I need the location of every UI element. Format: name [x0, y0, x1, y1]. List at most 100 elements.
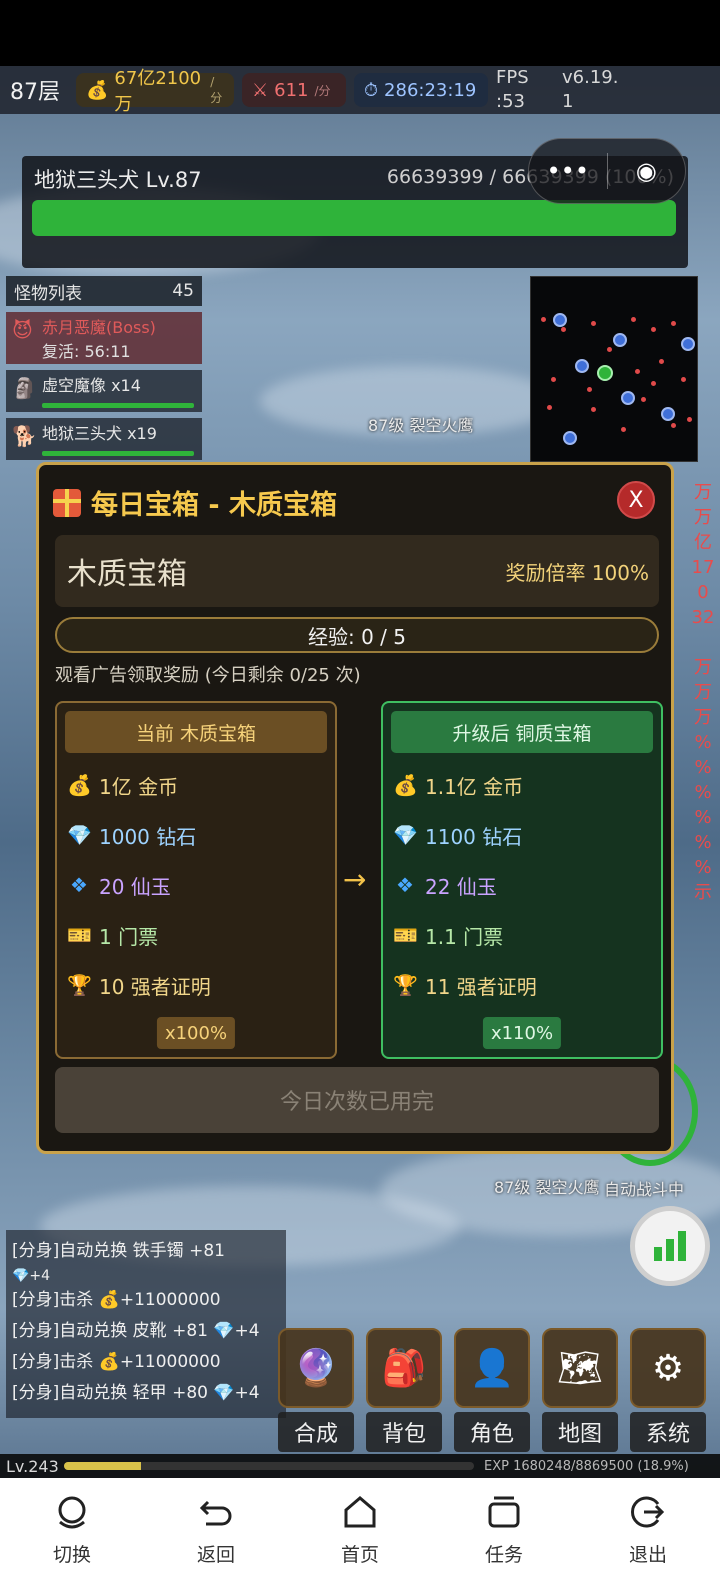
attack-rate: 611: [274, 79, 309, 101]
ad-note: 观看广告领取奖励 (今日剩余 0/25 次): [55, 665, 361, 686]
reward-jade: ❖ 20 仙玉: [67, 869, 171, 901]
reward-gold: 💰 1.1亿 金币: [393, 769, 523, 801]
minimap-enemy-dot: [671, 321, 676, 326]
minimap-enemy-dot: [687, 417, 692, 422]
minimap-enemy-dot: [631, 317, 636, 322]
monster-list-title: 怪物列表: [14, 283, 82, 304]
monster-list-item[interactable]: 😈 赤月恶魔(Boss) 复活: 56:11: [6, 312, 202, 364]
menu-character-button[interactable]: 👤 角色: [454, 1328, 530, 1458]
minimap-enemy-dot: [551, 377, 556, 382]
menu-synthesize-button[interactable]: 🔮 合成: [278, 1328, 354, 1458]
nav-switch-button[interactable]: 切换: [22, 1478, 122, 1592]
swords-icon: ⚔: [252, 79, 269, 101]
edge-value: 示: [694, 882, 712, 903]
claim-button[interactable]: 今日次数已用完: [55, 1067, 659, 1133]
jade-icon: ❖: [396, 873, 414, 897]
reward-diamond: 💎 1100 钻石: [393, 819, 522, 851]
reward-text: 20 仙玉: [99, 874, 171, 899]
status-bar: [0, 0, 720, 66]
reward-text: 1.1亿 金币: [425, 774, 524, 799]
reward-trophy: 🏆 10 强者证明: [67, 969, 211, 1001]
reward-ticket: 🎫 1 门票: [67, 919, 158, 951]
minimap[interactable]: [530, 276, 698, 462]
nav-label: 任务: [484, 1544, 523, 1566]
minimap-enemy-dot: [635, 369, 640, 374]
version-line-2: 1: [562, 91, 574, 112]
enemy-label: 87级 裂空火鹰: [368, 416, 474, 435]
daily-chest-modal: 每日宝箱 - 木质宝箱 X 木质宝箱 奖励倍率 100% 经验: 0 / 5 观…: [36, 462, 674, 1154]
nav-label: 切换: [52, 1544, 91, 1566]
player-level: Lv.243: [6, 1456, 59, 1476]
edge-value: %: [694, 757, 712, 778]
card-multiplier: x100%: [156, 1017, 236, 1049]
menu-backpack-button[interactable]: 🎒 背包: [366, 1328, 442, 1458]
trophy-icon: 🏆: [67, 973, 92, 997]
edge-value: 亿: [694, 532, 712, 553]
ticket-icon: 🎫: [393, 923, 418, 947]
log-line: [分身]自动兑换 铁手镯 +81: [12, 1241, 225, 1261]
minimap-enemy-dot: [607, 347, 612, 352]
gold-unit: /分: [210, 74, 223, 105]
monster-list-item[interactable]: 🗿 虚空魔像 x14: [6, 370, 202, 412]
nav-exit-button[interactable]: 退出: [598, 1478, 698, 1592]
edge-value: [686, 630, 720, 655]
timer-pill: ⏱ 286:23:19: [354, 73, 488, 107]
more-dots-icon: •••: [546, 157, 589, 185]
edge-value: 万: [694, 657, 712, 678]
menu-map-button[interactable]: 🗺 地图: [542, 1328, 618, 1458]
player-exp-text: EXP 1680248/8869500 (18.9%): [484, 1458, 689, 1474]
boss-name: 地狱三头犬 Lv.87: [34, 168, 202, 192]
reward-ticket: 🎫 1.1 门票: [393, 919, 503, 951]
close-button[interactable]: X: [617, 481, 655, 519]
trophy-icon: 🏆: [393, 973, 418, 997]
diamond-icon: 💎: [393, 823, 418, 847]
edge-value: 0: [697, 582, 709, 603]
minimap-enemy-dot: [671, 423, 676, 428]
edge-value: 32: [691, 607, 715, 628]
monster-list-header[interactable]: 怪物列表 45: [6, 276, 202, 306]
reward-trophy: 🏆 11 强者证明: [393, 969, 537, 1001]
fps-value: :53: [496, 91, 525, 112]
menu-system-button[interactable]: ⚙ 系统: [630, 1328, 706, 1458]
task-icon: [488, 1496, 520, 1528]
floor-label: 87层: [10, 80, 60, 105]
timer-value: 286:23:19: [384, 79, 477, 101]
minimap-ally-dot: [575, 359, 589, 373]
monster-name: 虚空魔像 x14: [42, 376, 141, 395]
edge-value: %: [694, 807, 712, 828]
money-bag-icon: 💰: [86, 79, 109, 101]
edge-value: %: [694, 832, 712, 853]
edge-value: %: [694, 782, 712, 803]
money-bag-icon: 💰: [393, 773, 418, 797]
nav-back-button[interactable]: 返回: [166, 1478, 266, 1592]
minimap-ally-dot: [681, 337, 695, 351]
minimap-ally-dot: [553, 313, 567, 327]
nav-home-button[interactable]: 首页: [310, 1478, 410, 1592]
fps-counter: FPS :53: [496, 66, 554, 114]
chest-name: 木质宝箱: [67, 557, 187, 592]
exit-icon: [631, 1496, 665, 1528]
reward-jade: ❖ 22 仙玉: [393, 869, 497, 901]
auto-battle-label: 自动战斗中: [604, 1180, 685, 1199]
crystal-ball-icon: 🔮: [278, 1328, 354, 1408]
chest-exp-text: 经验: 0 / 5: [308, 624, 406, 649]
right-edge-values: 万万亿 17 0 32 万万万%%%%%% 示: [686, 480, 720, 905]
minimap-player-dot: [597, 365, 613, 381]
log-line: [分身]击杀 💰+11000000: [12, 1290, 221, 1310]
close-miniprogram-button[interactable]: ◉: [608, 139, 686, 203]
monster-name: 地狱三头犬 x19: [42, 424, 157, 443]
edge-value: 万: [694, 707, 712, 728]
demon-icon: 😈: [12, 318, 33, 342]
stats-chart-button[interactable]: [630, 1206, 710, 1286]
character-icon: 👤: [454, 1328, 530, 1408]
reward-text: 1.1 门票: [425, 924, 504, 949]
chest-exp-bar: 经验: 0 / 5: [55, 617, 659, 653]
reward-rate: 奖励倍率 100%: [505, 560, 649, 585]
minimap-enemy-dot: [659, 359, 664, 364]
boss-hp-bar: [32, 200, 676, 236]
nav-task-button[interactable]: 任务: [454, 1478, 554, 1592]
monster-list-item[interactable]: 🐕 地狱三头犬 x19: [6, 418, 202, 460]
player-exp-bar: Lv.243 EXP 1680248/8869500 (18.9%): [0, 1454, 720, 1478]
more-menu-button[interactable]: •••: [529, 139, 607, 203]
bar-chart-icon: [654, 1231, 686, 1261]
